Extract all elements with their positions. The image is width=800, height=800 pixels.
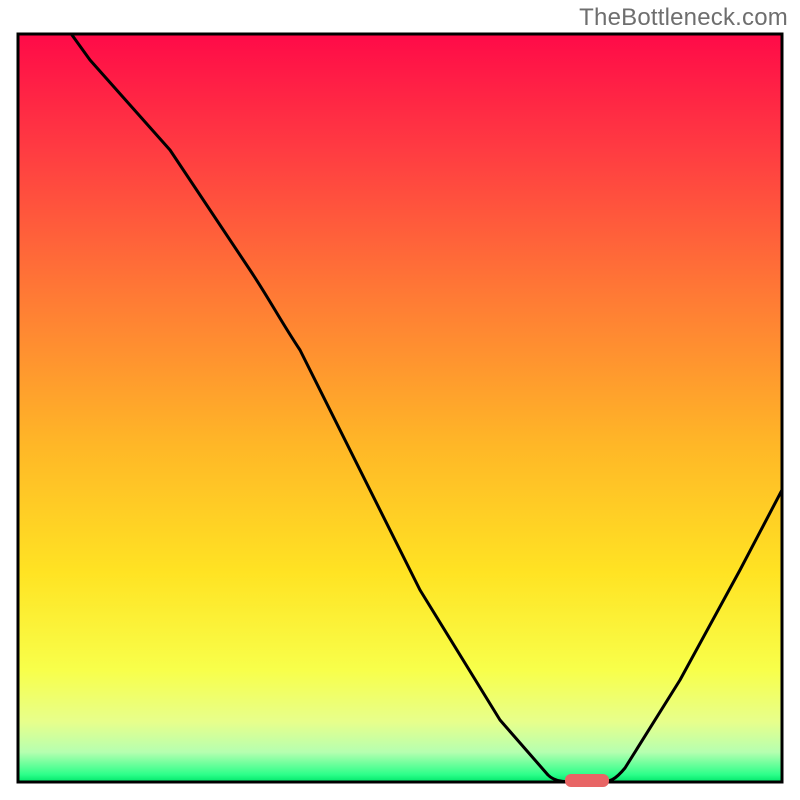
watermark-text: TheBottleneck.com bbox=[579, 4, 788, 32]
chart-stage: TheBottleneck.com bbox=[0, 0, 800, 800]
bottleneck-chart bbox=[0, 0, 800, 800]
optimal-marker bbox=[565, 774, 609, 787]
gradient-background bbox=[18, 34, 782, 782]
